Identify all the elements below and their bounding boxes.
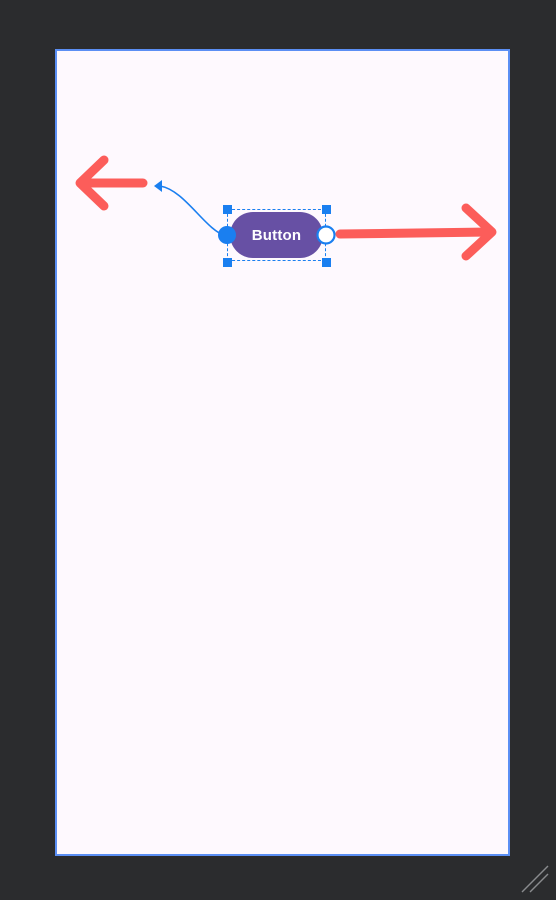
- resize-handle-top-left[interactable]: [223, 205, 232, 214]
- resize-grip-icon[interactable]: [510, 854, 556, 900]
- resize-handle-bottom-right[interactable]: [322, 258, 331, 267]
- resize-handle-top-right[interactable]: [322, 205, 331, 214]
- resize-handle-bottom-left[interactable]: [223, 258, 232, 267]
- selection-outline: [227, 209, 326, 261]
- left-constraint-anchor[interactable]: [218, 226, 236, 244]
- right-constraint-anchor[interactable]: [316, 225, 336, 245]
- design-canvas[interactable]: [55, 49, 510, 856]
